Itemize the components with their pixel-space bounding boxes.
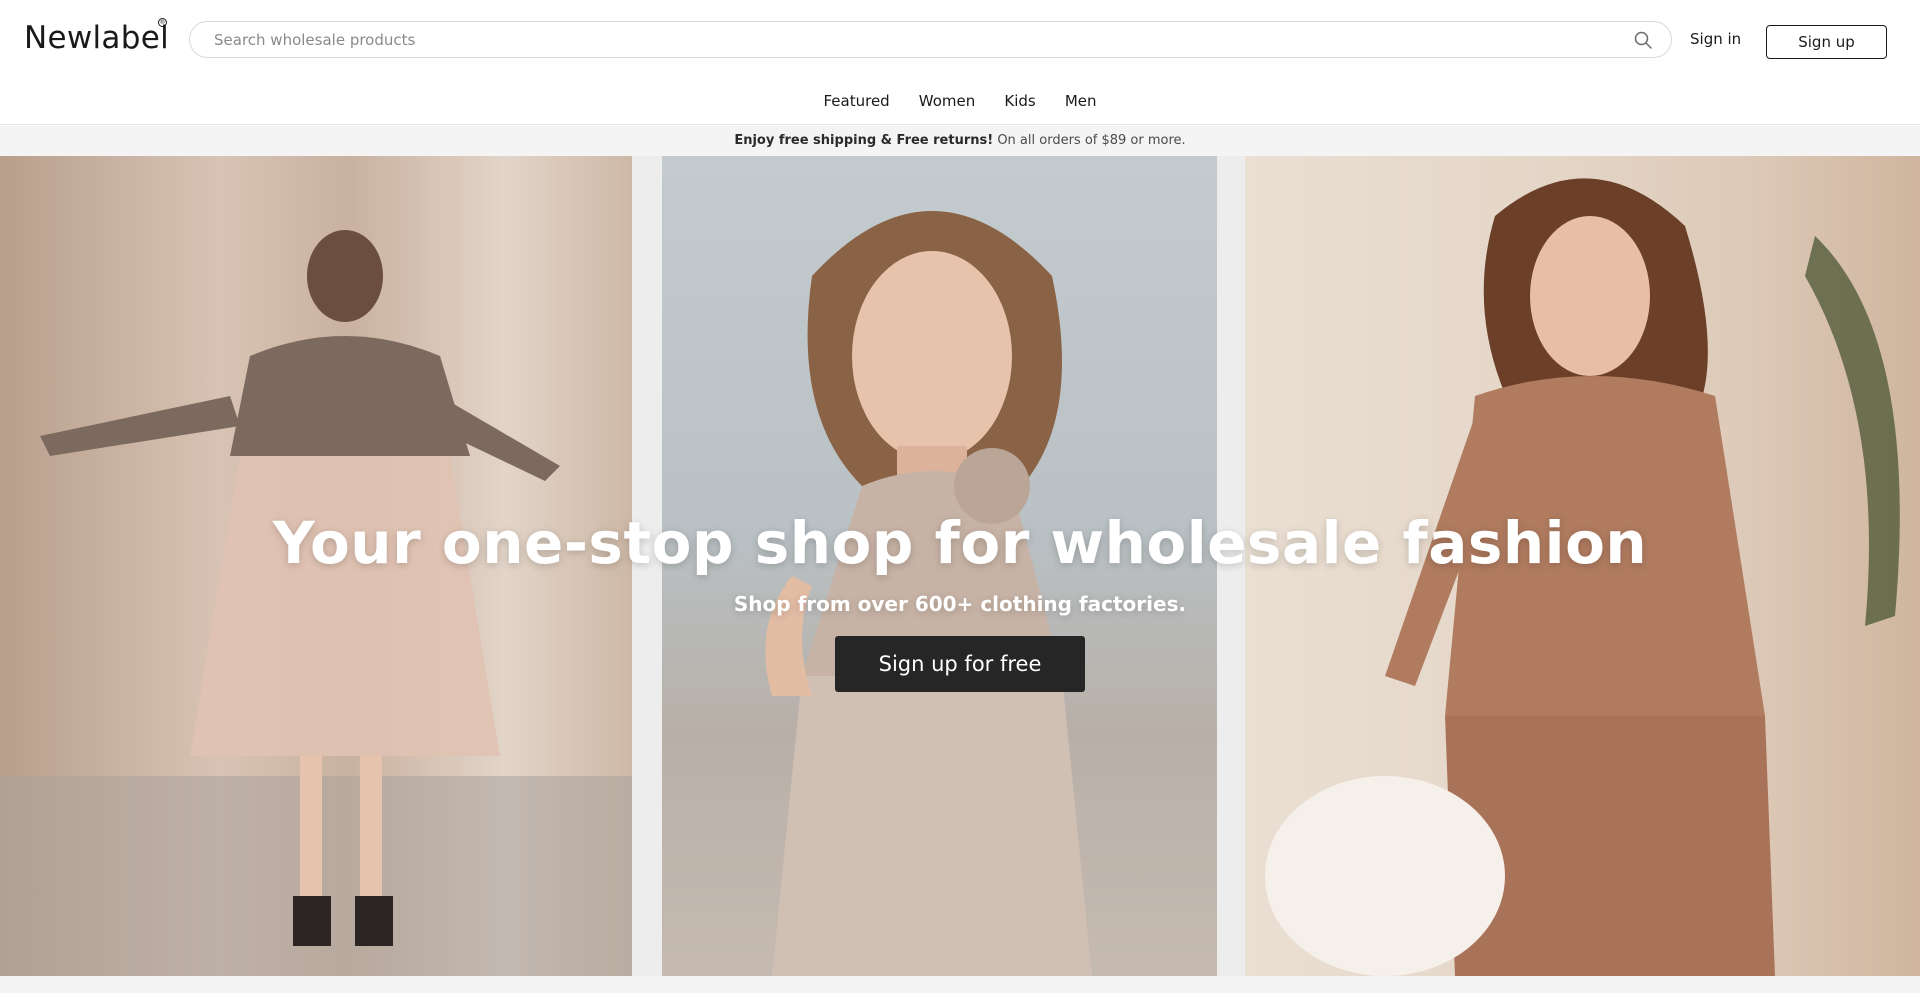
hero-title: Your one-stop shop for wholesale fashion <box>272 509 1648 577</box>
signup-free-button[interactable]: Sign up for free <box>835 636 1085 692</box>
registered-mark: ® <box>158 18 167 27</box>
promo-detail: On all orders of $89 or more. <box>997 133 1186 148</box>
hero-subtitle: Shop from over 600+ clothing factories. <box>733 592 1187 616</box>
logo[interactable]: Newlabel <box>24 18 169 58</box>
search-bar[interactable] <box>189 21 1672 58</box>
hero-section: Your one-stop shop for wholesale fashion… <box>0 156 1920 976</box>
promo-banner: Enjoy free shipping & Free returns! On a… <box>0 126 1920 156</box>
nav-item-women[interactable]: Women <box>919 88 975 114</box>
main-nav: Featured Women Kids Men <box>0 88 1920 114</box>
site-header: Newlabel ® Sign in Sign up Featured Wome… <box>0 0 1920 125</box>
search-input[interactable] <box>214 22 1594 57</box>
promo-highlight: Enjoy free shipping & Free returns! <box>734 133 994 148</box>
nav-item-men[interactable]: Men <box>1065 88 1097 114</box>
below-fold-strip <box>0 976 1920 993</box>
sign-up-button[interactable]: Sign up <box>1766 25 1887 59</box>
sign-in-link[interactable]: Sign in <box>1690 27 1741 51</box>
nav-item-featured[interactable]: Featured <box>823 88 889 114</box>
hero-copy: Your one-stop shop for wholesale fashion… <box>0 506 1920 692</box>
search-icon[interactable] <box>1633 30 1653 50</box>
nav-item-kids[interactable]: Kids <box>1004 88 1035 114</box>
